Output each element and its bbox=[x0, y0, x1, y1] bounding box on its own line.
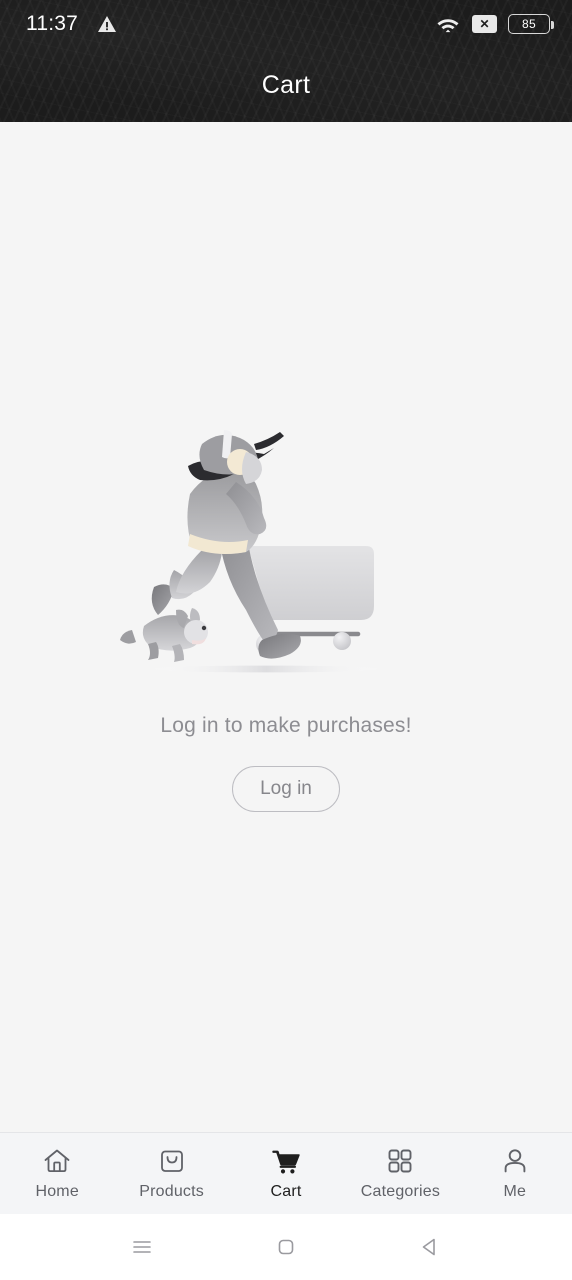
cart-icon bbox=[271, 1146, 301, 1176]
tab-label-me: Me bbox=[503, 1183, 527, 1200]
mobile-data-off-icon: ✕ bbox=[472, 15, 497, 33]
tab-me[interactable]: Me bbox=[458, 1133, 572, 1214]
app-screen: 11:37 ✕ 85 Cart Log in to make purchases… bbox=[0, 0, 572, 1280]
battery-indicator: 85 bbox=[508, 14, 554, 34]
person-icon bbox=[500, 1146, 530, 1176]
home-button[interactable] bbox=[273, 1234, 299, 1260]
tab-label-products: Products bbox=[139, 1183, 204, 1200]
status-bar-left: 11:37 bbox=[26, 12, 117, 36]
app-header: 11:37 ✕ 85 Cart bbox=[0, 0, 572, 122]
tab-cart[interactable]: Cart bbox=[229, 1133, 343, 1214]
status-bar: 11:37 ✕ 85 bbox=[0, 0, 572, 48]
person-pushing-shopping-cart-with-dog-illustration bbox=[120, 430, 384, 673]
warning-triangle-icon bbox=[97, 15, 117, 33]
main-content: Log in to make purchases! Log in bbox=[0, 122, 572, 1132]
tab-products[interactable]: Products bbox=[114, 1133, 228, 1214]
tab-home[interactable]: Home bbox=[0, 1133, 114, 1214]
back-button[interactable] bbox=[417, 1234, 443, 1260]
login-button[interactable]: Log in bbox=[232, 766, 340, 812]
bag-icon bbox=[157, 1146, 187, 1176]
tab-label-home: Home bbox=[35, 1183, 79, 1200]
status-bar-right: ✕ 85 bbox=[435, 14, 554, 34]
tab-categories[interactable]: Categories bbox=[343, 1133, 457, 1214]
recents-button[interactable] bbox=[129, 1234, 155, 1260]
battery-level-label: 85 bbox=[522, 17, 536, 31]
page-title: Cart bbox=[261, 70, 311, 99]
status-time: 11:37 bbox=[26, 12, 78, 35]
grid-icon bbox=[385, 1146, 415, 1176]
android-system-nav bbox=[0, 1214, 572, 1280]
wifi-icon bbox=[435, 14, 461, 34]
home-icon bbox=[42, 1146, 72, 1176]
empty-cart-message: Log in to make purchases! bbox=[160, 714, 412, 737]
tab-label-categories: Categories bbox=[360, 1183, 441, 1200]
bottom-tab-bar: Home Products Cart Categories Me bbox=[0, 1132, 572, 1214]
tab-label-cart: Cart bbox=[270, 1183, 302, 1200]
